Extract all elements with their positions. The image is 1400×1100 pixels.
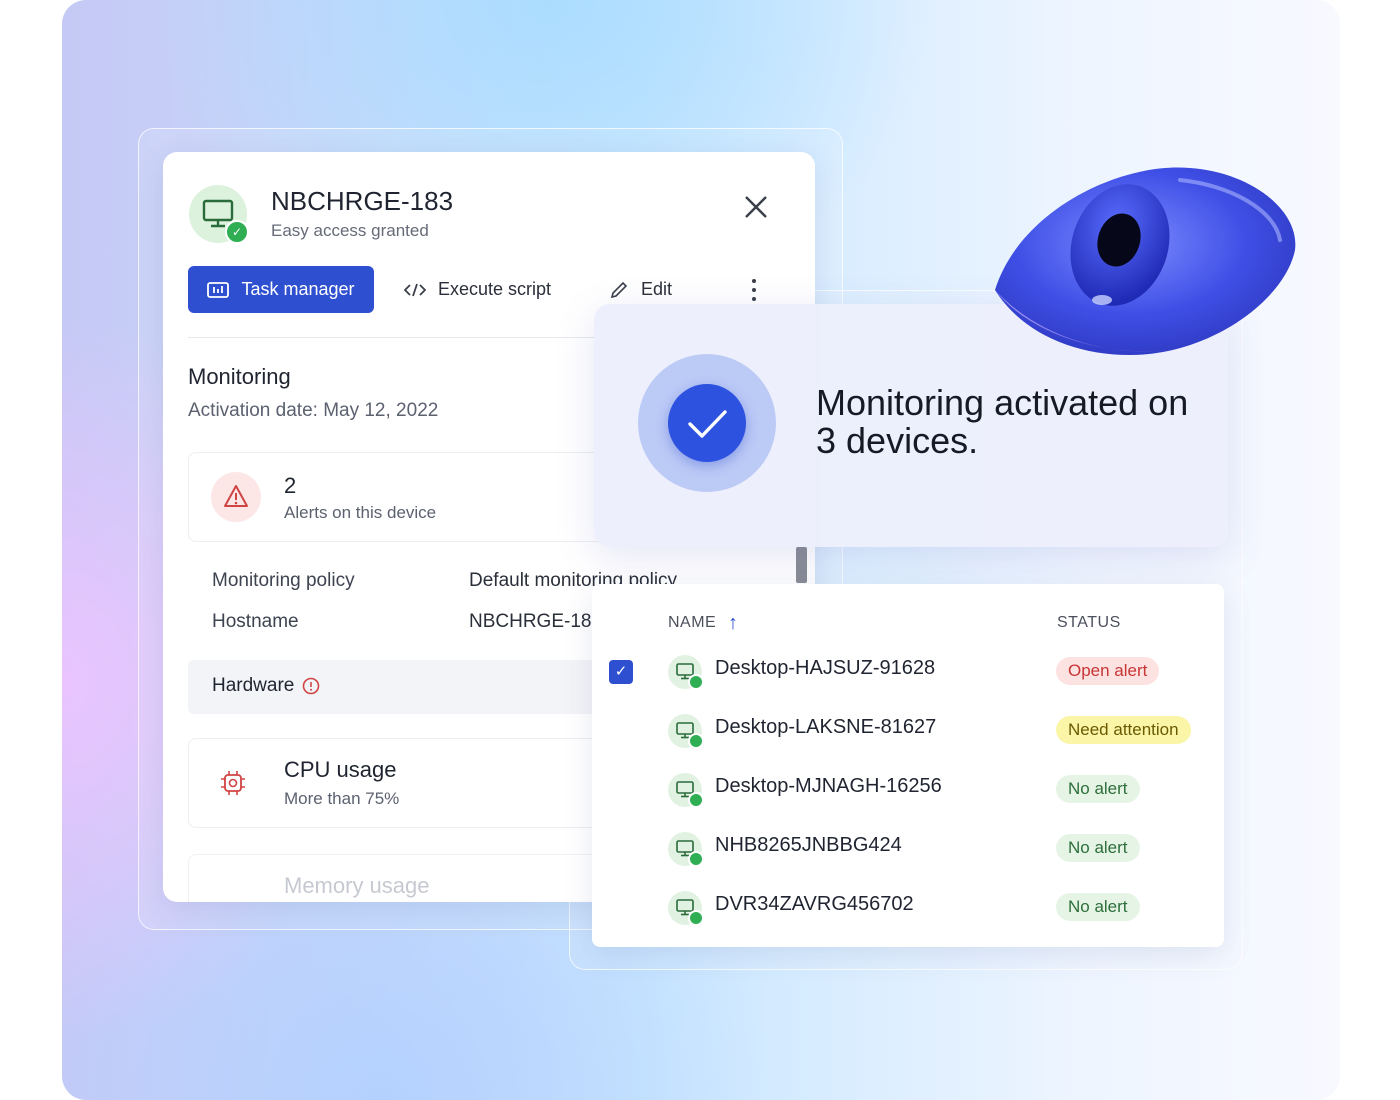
device-name[interactable]: Desktop-MJNAGH-16256 [715,775,942,798]
task-manager-button[interactable]: Task manager [188,266,374,313]
checkmark-icon [668,384,746,462]
table-row[interactable]: Desktop-LAKSNE-81627 Need attention [592,706,1224,765]
device-access-status: Easy access granted [271,221,429,240]
task-manager-icon [207,281,230,298]
column-header-name[interactable]: NAME [668,614,716,632]
online-status-icon [688,733,704,749]
task-manager-label: Task manager [241,279,355,299]
status-badge: Open alert [1056,657,1160,685]
close-icon[interactable] [741,192,771,222]
memory-usage-title: Memory usage [284,873,430,898]
table-row[interactable]: NHB8265JNBBG424 No alert [592,824,1224,883]
scrollbar[interactable] [796,547,807,583]
hardware-title-wrap: Hardware [212,675,320,697]
warning-icon [211,472,261,522]
table-row[interactable]: ✓ Desktop-HAJSUZ-91628 Open alert [592,647,1224,706]
monitoring-policy-label: Monitoring policy [212,570,355,591]
more-options-icon[interactable] [749,277,759,303]
device-name[interactable]: NHB8265JNBBG424 [715,834,902,857]
check-badge-icon: ✓ [225,220,249,244]
row-device-avatar [668,773,704,808]
cpu-usage-desc: More than 75% [284,789,400,808]
execute-script-label: Execute script [438,279,552,299]
device-avatar: ✓ [189,185,249,244]
eye-icon [995,167,1296,355]
execute-script-button[interactable]: Execute script [404,266,551,313]
hostname-label: Hostname [212,611,299,632]
alerts-label: Alerts on this device [284,503,437,522]
edit-label: Edit [641,279,673,299]
status-badge: No alert [1056,834,1140,862]
table-row[interactable]: DVR34ZAVRG456702 No alert [592,883,1224,942]
online-status-icon [688,910,704,926]
device-name[interactable]: Desktop-LAKSNE-81627 [715,716,936,739]
online-status-icon [688,792,704,808]
notification-message: Monitoring activated on 3 devices. [816,382,1189,461]
row-device-avatar [668,891,704,926]
status-badge: No alert [1056,775,1140,803]
table-row[interactable]: Desktop-MJNAGH-16256 No alert [592,765,1224,824]
code-icon [404,283,426,296]
online-status-icon [688,851,704,867]
row-device-avatar [668,714,704,749]
online-status-icon [688,674,704,690]
sort-ascending-icon[interactable]: ↑ [728,612,738,635]
row-device-avatar [668,832,704,867]
device-name[interactable]: DVR34ZAVRG456702 [715,893,914,916]
cpu-chip-icon [221,771,245,795]
alerts-count: 2 [284,473,297,498]
device-name[interactable]: Desktop-HAJSUZ-91628 [715,657,935,680]
pencil-icon [610,281,628,298]
info-alert-icon [303,677,320,695]
column-header-status[interactable]: STATUS [1057,614,1121,632]
success-check-ring [638,354,776,492]
device-title: NBCHRGE-183 [271,186,454,216]
hardware-title: Hardware [212,675,295,696]
monitoring-title: Monitoring [188,364,291,389]
activation-date: Activation date: May 12, 2022 [188,400,439,421]
row-checkbox[interactable]: ✓ [609,660,633,684]
hostname-value: NBCHRGE-183 [469,611,603,632]
status-badge: No alert [1056,893,1140,921]
cpu-usage-title: CPU usage [284,757,397,782]
devices-table: NAME ↑ STATUS ✓ Desktop-HAJSUZ-91628 Open … [592,584,1224,947]
row-device-avatar [668,655,704,690]
status-badge: Need attention [1056,716,1191,744]
